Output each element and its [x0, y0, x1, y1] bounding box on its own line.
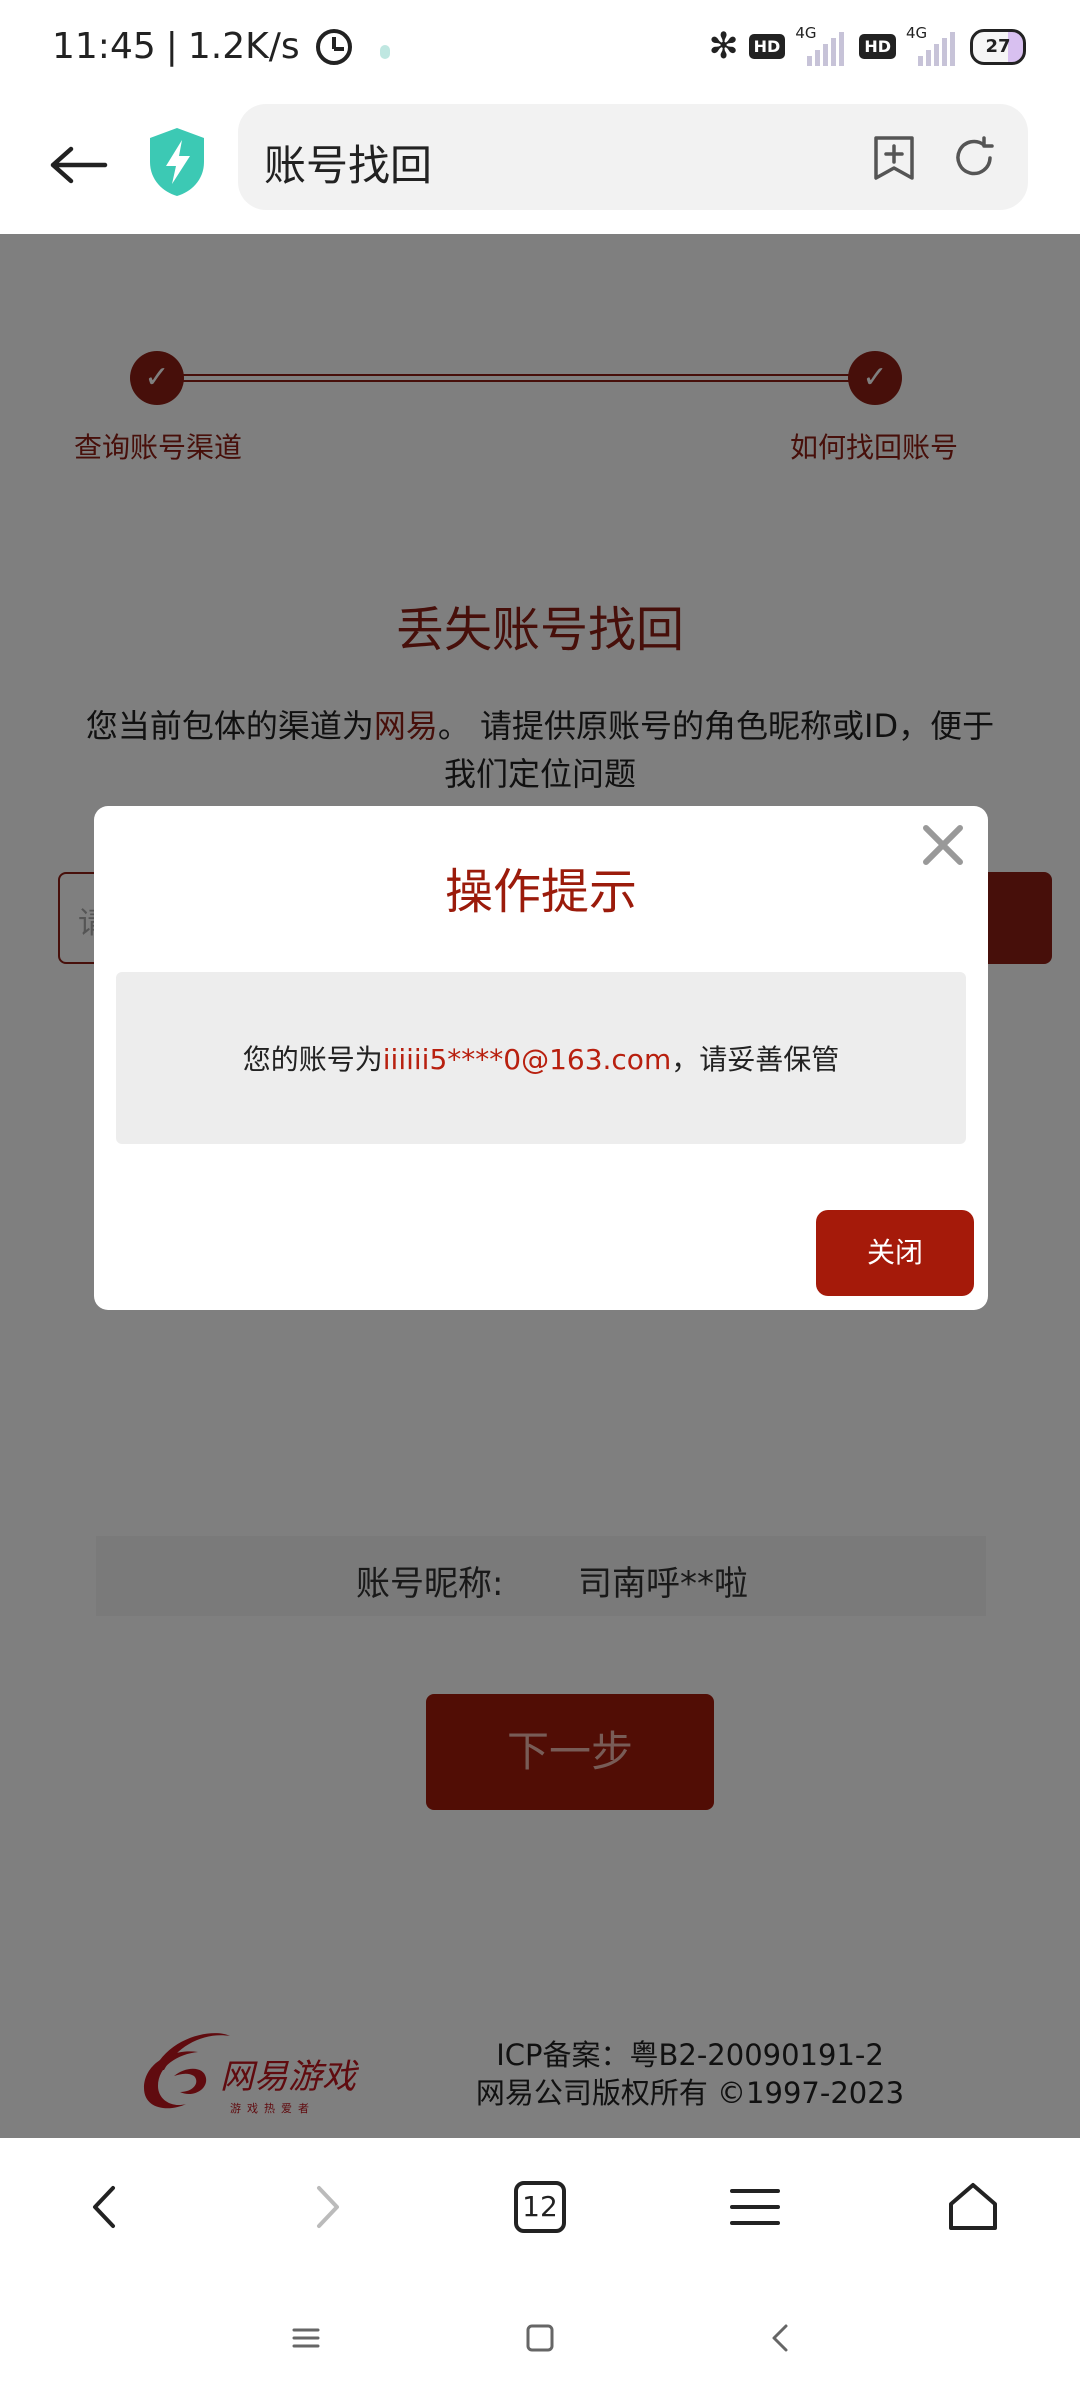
system-back-icon[interactable]: [760, 2318, 800, 2358]
msg-suffix: ，请妥善保管: [671, 1043, 840, 1076]
add-bookmark-icon[interactable]: [872, 134, 916, 182]
page-title: 账号找回: [264, 141, 433, 190]
msg-prefix: 您的账号为: [242, 1043, 383, 1076]
dialog-close-button[interactable]: 关闭: [816, 1210, 974, 1296]
signal-icon-1: 4G: [795, 24, 849, 66]
network-speed: 1.2K/s: [187, 26, 300, 67]
browser-toolbar: 12: [0, 2138, 1080, 2274]
refresh-icon[interactable]: [950, 134, 998, 182]
dialog-message: 您的账号为iiiiii5****0@163.com，请妥善保管: [116, 1038, 966, 1078]
tabs-button[interactable]: 12: [505, 2172, 575, 2242]
hd-badge-1: HD: [748, 34, 786, 59]
notification-dot-icon: [379, 44, 390, 59]
tab-count: 12: [514, 2181, 566, 2233]
nav-forward-icon[interactable]: [292, 2172, 362, 2242]
system-home-icon[interactable]: [520, 2318, 560, 2358]
menu-icon[interactable]: [720, 2172, 790, 2242]
status-left: 11:45 | 1.2K/s: [52, 26, 390, 67]
battery-icon: 27: [970, 28, 1026, 65]
status-time: 11:45: [52, 26, 156, 67]
status-right: ✻ HD 4G HD 4G 27: [708, 24, 1026, 67]
system-navigation-bar: [0, 2274, 1080, 2400]
status-separator: |: [165, 26, 178, 67]
operation-tip-dialog: 操作提示 您的账号为iiiiii5****0@163.com，请妥善保管 关闭: [94, 806, 988, 1310]
url-bar[interactable]: 账号找回: [238, 104, 1028, 210]
account-email: iiiiii5****0@163.com: [382, 1043, 672, 1076]
browser-address-row: 账号找回: [0, 96, 1080, 234]
alarm-icon: [315, 28, 352, 65]
nav-back-icon[interactable]: [70, 2172, 140, 2242]
hd-badge-2: HD: [859, 34, 896, 59]
status-bar: 11:45 | 1.2K/s ✻ HD 4G HD 4G 27: [0, 0, 1080, 96]
dialog-title: 操作提示: [444, 864, 637, 920]
dialog-message-box: 您的账号为iiiiii5****0@163.com，请妥善保管: [116, 972, 966, 1144]
signal-icon-2: 4G: [906, 24, 960, 66]
security-shield-icon[interactable]: [146, 126, 208, 198]
bluetooth-icon: ✻: [708, 26, 739, 67]
home-icon[interactable]: [938, 2172, 1008, 2242]
recent-apps-icon[interactable]: [286, 2318, 326, 2358]
back-arrow-icon[interactable]: [44, 130, 114, 200]
